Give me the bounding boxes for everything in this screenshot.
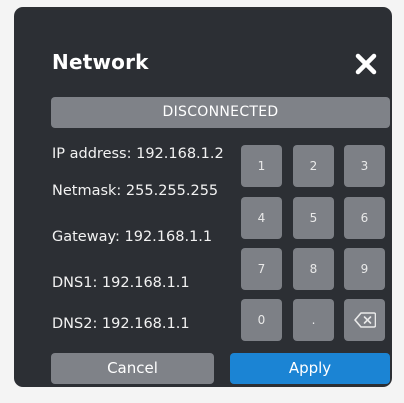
dns2-label: DNS2: 192.168.1.1 [52, 316, 190, 332]
dialog-title: Network [52, 50, 149, 74]
cancel-button[interactable]: Cancel [51, 353, 214, 384]
netmask-label: Netmask: 255.255.255 [52, 183, 219, 199]
dns1-label: DNS1: 192.168.1.1 [52, 275, 190, 291]
keypad-key-0[interactable]: 0 [241, 299, 282, 341]
ip-address-label: IP address: 192.168.1.2 [52, 146, 224, 162]
backspace-icon [353, 312, 376, 328]
keypad-key-4[interactable]: 4 [241, 197, 282, 239]
keypad-key-dot[interactable]: . [293, 299, 334, 341]
close-icon [355, 53, 377, 75]
apply-button[interactable]: Apply [230, 353, 390, 384]
network-dialog: Network DISCONNECTED IP address: 192.168… [14, 7, 392, 387]
keypad-key-2[interactable]: 2 [293, 145, 334, 187]
keypad-key-8[interactable]: 8 [293, 248, 334, 290]
keypad-key-1[interactable]: 1 [241, 145, 282, 187]
keypad-key-7[interactable]: 7 [241, 248, 282, 290]
keypad-key-5[interactable]: 5 [293, 197, 334, 239]
keypad-backspace-button[interactable] [344, 299, 385, 341]
keypad-key-3[interactable]: 3 [344, 145, 385, 187]
gateway-label: Gateway: 192.168.1.1 [52, 229, 213, 245]
keypad-key-6[interactable]: 6 [344, 197, 385, 239]
connection-status-badge: DISCONNECTED [51, 97, 390, 128]
keypad-key-9[interactable]: 9 [344, 248, 385, 290]
close-button[interactable] [353, 51, 379, 77]
